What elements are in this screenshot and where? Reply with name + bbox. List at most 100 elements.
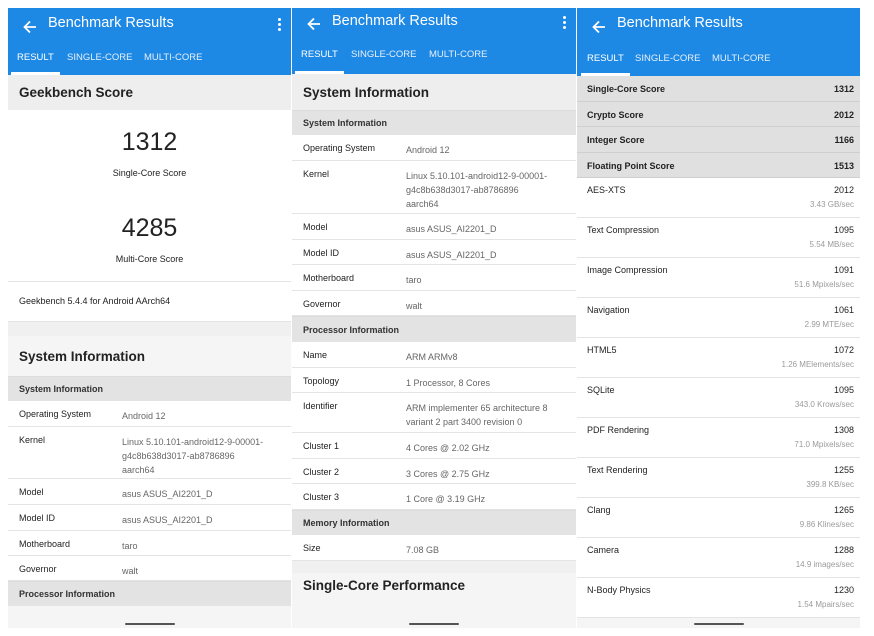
row-value: walt xyxy=(122,566,139,576)
workload-name: PDF Rendering xyxy=(587,425,650,435)
row-key: Operating System xyxy=(19,409,92,419)
info-row: Cluster 2 3 Cores @ 2.75 GHz xyxy=(292,459,576,484)
row-value: 7.08 GB xyxy=(406,545,440,555)
back-arrow-icon[interactable] xyxy=(304,14,324,34)
gesture-bar xyxy=(577,620,860,628)
gesture-bar xyxy=(292,620,576,628)
tab-multi-core[interactable]: MULTI-CORE xyxy=(706,48,776,75)
app-title: Benchmark Results xyxy=(48,15,174,31)
row-key: Cluster 3 xyxy=(303,492,340,502)
home-indicator[interactable] xyxy=(124,623,175,625)
tab-single-core[interactable]: SINGLE-CORE xyxy=(345,44,422,71)
workload-name: Camera xyxy=(587,545,620,555)
row-key: Size xyxy=(303,543,321,553)
multi-core-score-label: Multi-Core Score xyxy=(115,254,184,264)
info-row: Governor walt xyxy=(8,556,291,581)
more-options-icon[interactable] xyxy=(273,16,285,36)
row-value: taro xyxy=(406,275,422,285)
row-key: Identifier xyxy=(303,401,338,411)
info-row: Governor walt xyxy=(292,291,576,316)
row-key: Model ID xyxy=(19,513,56,523)
tab-single-core[interactable]: SINGLE-CORE xyxy=(629,48,706,75)
row-value: asus ASUS_AI2201_D xyxy=(406,224,497,234)
back-arrow-icon[interactable] xyxy=(20,17,40,37)
more-options-icon[interactable] xyxy=(558,14,570,34)
workload-score: 1255 xyxy=(833,465,854,475)
row-value: asus ASUS_AI2201_D xyxy=(122,515,213,525)
workload-row: N-Body Physics 1230 1.54 Mpairs/sec xyxy=(577,578,860,618)
workload-score: 1265 xyxy=(833,505,854,515)
back-arrow-icon[interactable] xyxy=(589,17,609,37)
tab-result[interactable]: RESULT xyxy=(295,44,344,74)
workload-rate: 71.0 Mpixels/sec xyxy=(794,440,854,449)
tab-single-core[interactable]: SINGLE-CORE xyxy=(61,48,138,75)
row-key: Model xyxy=(19,487,44,497)
workload-rate: 399.8 KB/sec xyxy=(806,480,854,489)
tab-bar: RESULT SINGLE-CORE MULTI-CORE xyxy=(8,48,291,75)
row-key: Topology xyxy=(303,376,340,386)
workload-rate: 2.99 MTE/sec xyxy=(804,320,854,329)
phone-screen-result: Benchmark Results RESULT SINGLE-CORE MUL… xyxy=(8,8,291,628)
system-info-header: System Information xyxy=(8,376,291,401)
row-value: Android 12 xyxy=(406,145,450,155)
summary-row-single-core: Single-Core Score 1312 xyxy=(577,76,860,102)
app-bar: Benchmark Results xyxy=(577,8,860,48)
version-row: Geekbench 5.4.4 for Android AArch64 xyxy=(8,282,291,322)
workload-row: Text Rendering 1255 399.8 KB/sec xyxy=(577,458,860,498)
tab-bar: RESULT SINGLE-CORE MULTI-CORE xyxy=(292,44,576,74)
multi-core-score: 4285 xyxy=(121,214,178,242)
info-row: Kernel Linux 5.10.101-android12-9-00001-… xyxy=(292,161,576,214)
info-row: Identifier ARM implementer 65 architectu… xyxy=(292,393,576,433)
workload-rate: 3.43 GB/sec xyxy=(809,200,854,209)
row-value: ARM ARMv8 xyxy=(406,352,458,362)
info-row: Model asus ASUS_AI2201_D xyxy=(8,479,291,505)
home-indicator[interactable] xyxy=(409,623,459,625)
summary-label: Floating Point Score xyxy=(587,160,675,171)
summary-value: 2012 xyxy=(833,109,854,120)
info-row: Kernel Linux 5.10.101-android12-9-00001-… xyxy=(8,427,291,479)
row-key: Operating System xyxy=(303,143,376,153)
summary-label: Integer Score xyxy=(587,135,645,145)
workload-score: 1230 xyxy=(833,585,854,595)
row-key: Cluster 1 xyxy=(303,441,340,451)
row-value: 1 Processor, 8 Cores xyxy=(406,378,491,388)
row-key: Governor xyxy=(19,564,57,574)
single-core-score: 1312 xyxy=(121,128,178,156)
row-value: 3 Cores @ 2.75 GHz xyxy=(406,469,490,479)
info-row: Motherboard taro xyxy=(292,265,576,291)
info-row: Model ID asus ASUS_AI2201_D xyxy=(292,240,576,265)
tab-multi-core[interactable]: MULTI-CORE xyxy=(423,44,493,71)
workload-name: Image Compression xyxy=(587,265,668,275)
system-info-title: System Information xyxy=(8,336,291,376)
workload-score: 1091 xyxy=(833,265,854,275)
tab-multi-core[interactable]: MULTI-CORE xyxy=(138,48,208,75)
tab-result[interactable]: RESULT xyxy=(11,48,60,75)
row-value: asus ASUS_AI2201_D xyxy=(122,489,213,499)
workload-score: 1095 xyxy=(833,385,854,395)
workload-rate: 343.0 Krows/sec xyxy=(794,400,854,409)
row-key: Kernel xyxy=(303,169,330,179)
workload-row: Camera 1288 14.9 images/sec xyxy=(577,538,860,578)
summary-value: 1166 xyxy=(834,135,854,145)
workload-rate: 14.9 images/sec xyxy=(795,560,854,569)
row-value: Linux 5.10.101-android12-9-00001- g4c8b6… xyxy=(122,437,264,475)
phone-screen-single-core: Benchmark Results RESULT SINGLE-CORE MUL… xyxy=(577,8,860,628)
workload-name: Text Compression xyxy=(587,225,660,235)
workload-row: PDF Rendering 1308 71.0 Mpixels/sec xyxy=(577,418,860,458)
geekbench-score-title: Geekbench Score xyxy=(8,75,291,110)
system-info-header: System Information xyxy=(292,110,576,135)
info-row: Name ARM ARMv8 xyxy=(292,342,576,368)
info-row: Cluster 3 1 Core @ 3.19 GHz xyxy=(292,484,576,510)
info-row: Motherboard taro xyxy=(8,531,291,556)
workload-score: 1072 xyxy=(833,345,854,355)
workload-row: Clang 1265 9.86 Klines/sec xyxy=(577,498,860,538)
workload-score: 1288 xyxy=(833,545,854,555)
app-title: Benchmark Results xyxy=(617,15,743,31)
workload-rate: 1.54 Mpairs/sec xyxy=(797,600,854,609)
workload-name: N-Body Physics xyxy=(587,585,651,595)
summary-label: Single-Core Score xyxy=(587,84,666,94)
home-indicator[interactable] xyxy=(693,623,744,625)
memory-info-header: Memory Information xyxy=(292,510,576,535)
row-key: Kernel xyxy=(19,435,46,445)
tab-result[interactable]: RESULT xyxy=(581,48,630,76)
